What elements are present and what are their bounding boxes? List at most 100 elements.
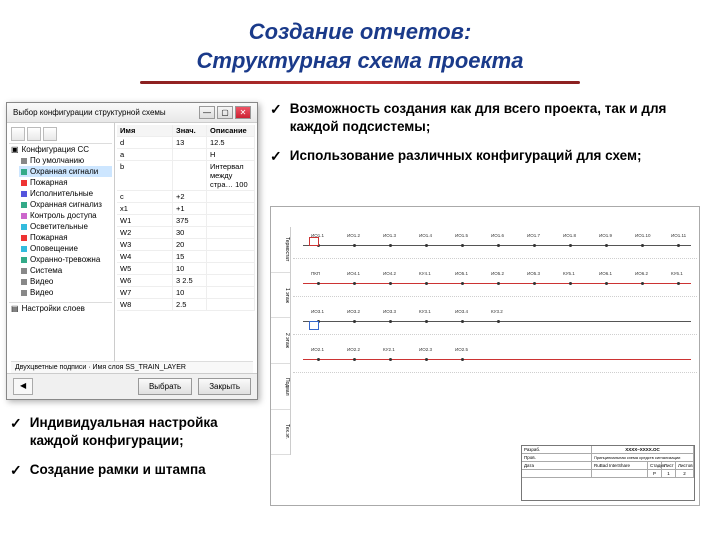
tree-item[interactable]: Охранно-тревожна xyxy=(19,254,112,265)
device-node xyxy=(425,320,428,323)
grid-cell-value[interactable]: 30 xyxy=(173,227,207,238)
grid-cell-name: W8 xyxy=(117,299,173,310)
grid-cell-name: W6 xyxy=(117,275,173,286)
cancel-button[interactable]: Закрыть xyxy=(198,378,251,395)
grid-cell-value[interactable]: 2.5 xyxy=(173,299,207,310)
device-node xyxy=(389,358,392,361)
ok-button[interactable]: Выбрать xyxy=(138,378,192,395)
tree-tool-btn[interactable] xyxy=(11,127,25,141)
grid-cell-value[interactable]: 10 xyxy=(173,263,207,274)
device-node xyxy=(425,282,428,285)
floor-row: ИО3.1ИО3.2ИО3.3КУ3.1ИО3.4КУ3.2 xyxy=(293,305,697,335)
grid-cell-desc xyxy=(207,215,255,226)
device-label: КУ5.1 xyxy=(563,271,575,276)
tree-item[interactable]: Охранная сигнали xyxy=(19,166,112,177)
grid-col-desc: Описание xyxy=(207,125,255,136)
slide-header: Создание отчетов: Структурная схема прое… xyxy=(0,0,720,94)
device-label: ИО1.5 xyxy=(455,233,468,238)
tree-root[interactable]: ▣ Конфигурация СС xyxy=(9,144,112,155)
grid-cell-value[interactable]: 20 xyxy=(173,239,207,250)
device-node xyxy=(353,358,356,361)
device-node xyxy=(353,282,356,285)
tree-item[interactable]: Видео xyxy=(19,287,112,298)
grid-row[interactable]: W415 xyxy=(117,251,255,263)
tb-sheets: 2 xyxy=(676,470,694,477)
grid-cell-value[interactable]: 13 xyxy=(173,137,207,148)
device-label: ИО3.1 xyxy=(311,309,324,314)
grid-cell-value[interactable]: 15 xyxy=(173,251,207,262)
floor-side-label: 1 этаж xyxy=(271,273,290,319)
grid-row[interactable]: W82.5 xyxy=(117,299,255,311)
tree-item[interactable]: Оповещение xyxy=(19,243,112,254)
grid-row[interactable]: W710 xyxy=(117,287,255,299)
grid-row[interactable]: W1375 xyxy=(117,215,255,227)
header-line1: Создание отчетов: xyxy=(249,19,472,44)
tree-item[interactable]: Пожарная xyxy=(19,232,112,243)
tree-item[interactable]: Исполнительные xyxy=(19,188,112,199)
device-label: КУ4.1 xyxy=(419,271,431,276)
tree-item[interactable]: Контроль доступа xyxy=(19,210,112,221)
tree-tool-btn[interactable] xyxy=(43,127,57,141)
tree-settings[interactable]: ▤ Настройки слоев xyxy=(9,302,112,314)
grid-row[interactable]: W63 2.5 xyxy=(117,275,255,287)
color-swatch-icon xyxy=(21,257,27,263)
check-icon: ✓ xyxy=(10,414,22,450)
grid-row[interactable]: x1+1 xyxy=(117,203,255,215)
close-button[interactable]: ✕ xyxy=(235,106,251,119)
minimize-button[interactable]: — xyxy=(199,106,215,119)
floor-row: ИО1.1ИО1.2ИО1.3ИО1.4ИО1.5ИО1.6ИО1.7ИО1.8… xyxy=(293,229,697,259)
grid-cell-value[interactable]: 3 2.5 xyxy=(173,275,207,286)
grid-row[interactable]: bИнтервал между стра… 100 xyxy=(117,161,255,191)
grid-cell-value[interactable]: 375 xyxy=(173,215,207,226)
device-node xyxy=(497,320,500,323)
tree-item-label: Контроль доступа xyxy=(30,211,97,220)
device-node xyxy=(569,244,572,247)
tree-tool-btn[interactable] xyxy=(27,127,41,141)
gear-icon: ▤ xyxy=(11,304,19,313)
device-node xyxy=(461,244,464,247)
device-node xyxy=(605,282,608,285)
grid-cell-desc xyxy=(207,251,255,262)
tree-item[interactable]: Охранная сигнализ xyxy=(19,199,112,210)
property-grid: Имя Знач. Описание d1312.5aНbИнтервал ме… xyxy=(115,123,257,373)
device-label: ИО5.3 xyxy=(527,271,540,276)
grid-row[interactable]: aН xyxy=(117,149,255,161)
device-label: КУ2.1 xyxy=(383,347,395,352)
grid-cell-value[interactable] xyxy=(173,161,207,190)
tb-stage-lbl: Стадия xyxy=(648,462,662,469)
grid-cell-desc xyxy=(207,203,255,214)
dialog-hint: Двухцветные подписи · Имя слоя SS_TRAIN_… xyxy=(11,361,253,373)
device-node xyxy=(677,244,680,247)
header-underline xyxy=(140,81,580,84)
device-label: КУ3.2 xyxy=(491,309,503,314)
upper-bullet-list: ✓Возможность создания как для всего прое… xyxy=(270,100,700,175)
grid-row[interactable]: d1312.5 xyxy=(117,137,255,149)
tree-item[interactable]: Пожарная xyxy=(19,177,112,188)
device-label: ИО3.3 xyxy=(383,309,396,314)
grid-cell-value[interactable] xyxy=(173,149,207,160)
floor-side-label: Термостат xyxy=(271,227,290,273)
grid-row[interactable]: W320 xyxy=(117,239,255,251)
tree-item-label: Пожарная xyxy=(30,178,68,187)
bullet-text: Использование различных конфигураций для… xyxy=(290,147,642,166)
grid-cell-name: W1 xyxy=(117,215,173,226)
grid-cell-value[interactable]: +2 xyxy=(173,191,207,202)
paginate-prev[interactable]: ◀ xyxy=(13,378,33,395)
tree-item[interactable]: Видео xyxy=(19,276,112,287)
grid-cell-desc xyxy=(207,227,255,238)
grid-header-row: Имя Знач. Описание xyxy=(117,125,255,137)
tree-item[interactable]: Система xyxy=(19,265,112,276)
grid-row[interactable]: c+2 xyxy=(117,191,255,203)
grid-row[interactable]: W230 xyxy=(117,227,255,239)
grid-cell-desc: Н xyxy=(207,149,255,160)
tree-item[interactable]: По умолчанию xyxy=(19,155,112,166)
device-label: ИО3.4 xyxy=(455,309,468,314)
floor-side-label: Тех.эт. xyxy=(271,410,290,456)
maximize-button[interactable]: ▢ xyxy=(217,106,233,119)
grid-cell-value[interactable]: 10 xyxy=(173,287,207,298)
grid-cell-value[interactable]: +1 xyxy=(173,203,207,214)
grid-row[interactable]: W510 xyxy=(117,263,255,275)
device-label: ИО6.2 xyxy=(635,271,648,276)
tree-item-label: Система xyxy=(30,266,62,275)
tree-item[interactable]: Осветительные xyxy=(19,221,112,232)
